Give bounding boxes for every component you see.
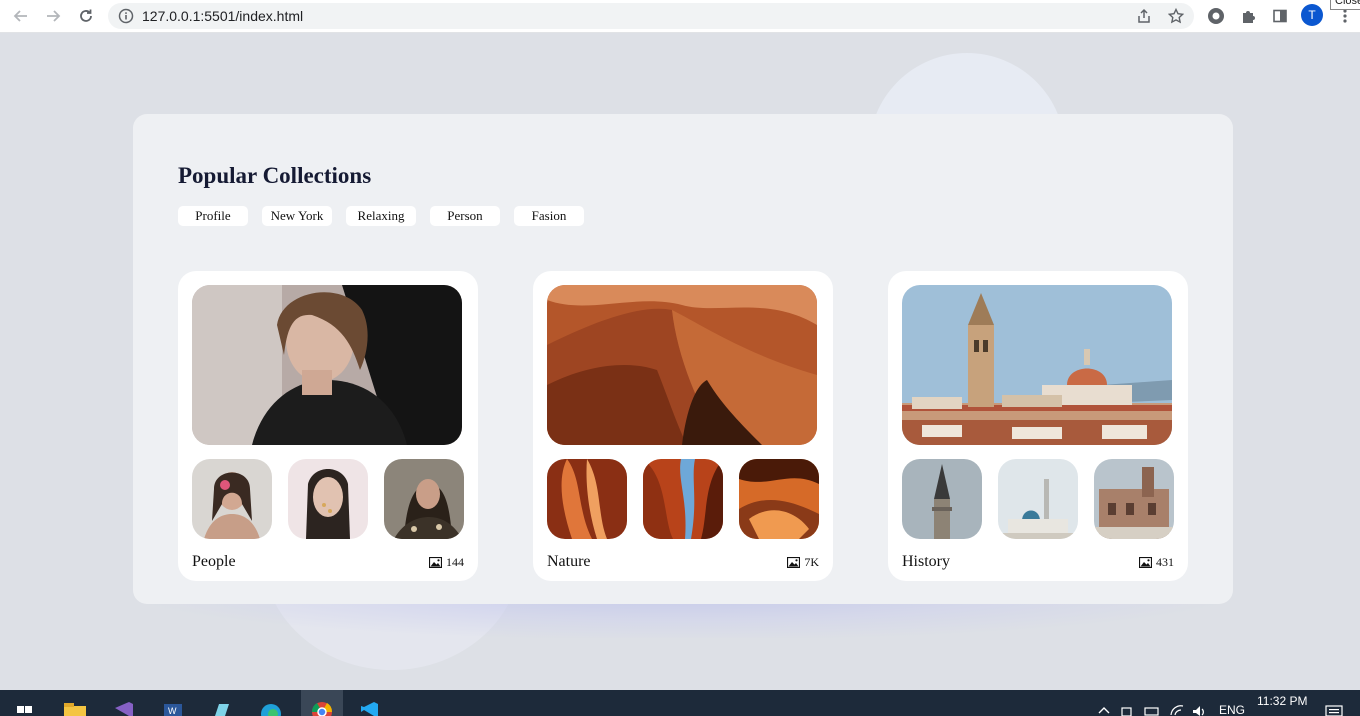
chrome-icon[interactable] xyxy=(301,690,343,716)
image-icon xyxy=(787,557,801,568)
history-thumb-1[interactable] xyxy=(902,459,982,539)
people-thumb-3[interactable] xyxy=(384,459,464,539)
language-indicator[interactable]: ENG xyxy=(1219,703,1245,716)
tag-relaxing[interactable]: Relaxing xyxy=(346,206,416,226)
nature-thumb-2[interactable] xyxy=(643,459,723,539)
camera-tray-icon[interactable] xyxy=(1120,694,1136,716)
word-icon[interactable]: W xyxy=(160,694,186,716)
close-tooltip: Close xyxy=(1330,0,1360,10)
volume-tray-icon[interactable] xyxy=(1190,694,1208,716)
windows-start-icon[interactable] xyxy=(12,694,38,716)
card-title-nature: Nature xyxy=(547,553,591,570)
site-info-icon[interactable] xyxy=(117,7,135,25)
tag-profile[interactable]: Profile xyxy=(178,206,248,226)
forward-arrow-icon xyxy=(47,10,61,22)
collection-card-nature[interactable]: Nature 7K xyxy=(533,271,833,581)
card-count-people: 144 xyxy=(429,555,464,570)
browser-toolbar: 127.0.0.1:5501/index.html T Close xyxy=(0,0,1360,33)
url-text[interactable]: 127.0.0.1:5501/index.html xyxy=(142,8,303,24)
card-title-history: History xyxy=(902,553,950,570)
svg-text:W: W xyxy=(168,706,177,716)
nature-thumb-3[interactable] xyxy=(739,459,819,539)
edge-icon[interactable] xyxy=(258,694,284,716)
reload-icon xyxy=(80,9,92,22)
back-button[interactable] xyxy=(10,5,32,27)
card-count-value: 144 xyxy=(446,555,464,569)
history-thumb-3[interactable] xyxy=(1094,459,1174,539)
tag-person[interactable]: Person xyxy=(430,206,500,226)
wifi-tray-icon[interactable] xyxy=(1168,694,1186,716)
nature-hero-photo[interactable] xyxy=(547,285,817,445)
back-arrow-icon xyxy=(13,10,27,22)
visual-studio-icon[interactable] xyxy=(111,694,137,716)
forward-button[interactable] xyxy=(42,5,64,27)
collection-card-people[interactable]: People 144 xyxy=(178,271,478,581)
address-bar[interactable]: 127.0.0.1:5501/index.html xyxy=(108,3,1194,29)
share-icon[interactable] xyxy=(1135,7,1153,25)
bookmark-star-icon[interactable] xyxy=(1167,7,1185,25)
history-hero-photo[interactable] xyxy=(902,285,1172,445)
notifications-icon[interactable] xyxy=(1323,694,1345,716)
card-count-value: 7K xyxy=(804,555,819,569)
card-title-people: People xyxy=(192,553,236,570)
card-count-history: 431 xyxy=(1139,555,1174,570)
extension-icon[interactable] xyxy=(1206,6,1226,26)
image-icon xyxy=(429,557,442,568)
nature-thumb-1[interactable] xyxy=(547,459,627,539)
people-thumb-2[interactable] xyxy=(288,459,368,539)
profile-avatar[interactable]: T xyxy=(1301,4,1323,26)
people-hero-photo[interactable] xyxy=(192,285,462,445)
collections-panel: Popular Collections Profile New York Rel… xyxy=(133,114,1233,604)
vscode-icon[interactable] xyxy=(356,694,382,716)
battery-tray-icon[interactable] xyxy=(1143,694,1161,716)
tag-fasion[interactable]: Fasion xyxy=(514,206,584,226)
notepad-icon[interactable] xyxy=(209,694,235,716)
collection-card-history[interactable]: History 431 xyxy=(888,271,1188,581)
page-viewport: Popular Collections Profile New York Rel… xyxy=(0,33,1360,690)
image-icon xyxy=(1139,557,1152,568)
card-count-value: 431 xyxy=(1156,555,1174,569)
file-explorer-icon[interactable] xyxy=(62,694,88,716)
tray-chevron-up-icon[interactable] xyxy=(1096,694,1112,716)
clock-time[interactable]: 11:32 PM xyxy=(1257,694,1307,708)
windows-taskbar: W ENG 11:32 PM xyxy=(0,690,1360,716)
side-panel-icon[interactable] xyxy=(1270,6,1290,26)
puzzle-extensions-icon[interactable] xyxy=(1238,6,1258,26)
history-thumb-2[interactable] xyxy=(998,459,1078,539)
page-title: Popular Collections xyxy=(178,163,372,188)
tag-new-york[interactable]: New York xyxy=(262,206,332,226)
reload-button[interactable] xyxy=(75,5,97,27)
tag-list: Profile New York Relaxing Person Fasion xyxy=(178,206,584,226)
people-thumb-1[interactable] xyxy=(192,459,272,539)
card-count-nature: 7K xyxy=(787,555,819,570)
